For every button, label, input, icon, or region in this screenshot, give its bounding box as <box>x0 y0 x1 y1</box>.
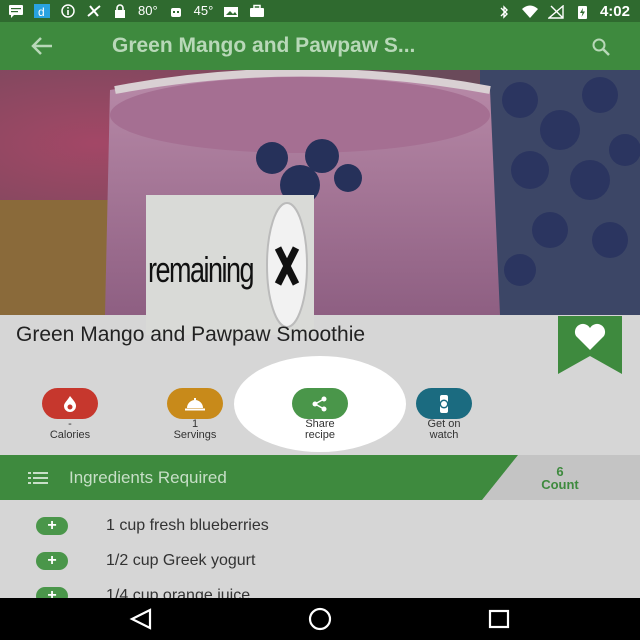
servings-button[interactable]: 1 Servings <box>150 388 240 441</box>
signal-icon <box>547 3 564 19</box>
wifi-icon <box>521 5 538 19</box>
share-label-2: recipe <box>305 429 335 441</box>
clock: 4:02 <box>599 3 630 20</box>
back-arrow-icon[interactable] <box>28 34 56 58</box>
calories-label: Calories <box>49 429 91 441</box>
ingredient-text: 1/2 cup Greek yogurt <box>106 552 256 569</box>
watch-label-2: watch <box>429 429 459 441</box>
ad-close-icon[interactable] <box>264 200 310 330</box>
app-d-icon: d <box>34 3 50 19</box>
flame-icon <box>42 388 98 419</box>
add-ingredient-button[interactable]: + <box>36 517 68 535</box>
ingredient-text: 1 cup fresh blueberries <box>106 517 269 534</box>
nav-recents-icon[interactable] <box>484 607 514 631</box>
calories-button[interactable]: - Calories <box>25 388 115 441</box>
ingredient-row: + 1 cup fresh blueberries <box>0 509 640 544</box>
app-bar: Green Mango and Pawpaw S... <box>0 22 640 70</box>
recipe-hero-image <box>0 70 640 315</box>
add-ingredient-button[interactable]: + <box>36 552 68 570</box>
battery-temp: 80° <box>138 3 158 18</box>
list-icon <box>28 471 48 485</box>
fan-icon <box>86 4 102 18</box>
favorite-heart-icon[interactable] <box>558 316 622 374</box>
ingredients-count-label: Count <box>541 477 579 492</box>
app-bar-title: Green Mango and Pawpaw S... <box>112 34 416 57</box>
share-icon <box>292 388 348 419</box>
lock-icon <box>112 3 128 18</box>
servings-label: Servings <box>173 429 217 441</box>
get-on-watch-button[interactable]: Get on watch <box>399 388 489 441</box>
system-nav-bar <box>0 598 640 640</box>
nav-home-icon[interactable] <box>305 607 335 631</box>
android-icon <box>168 4 184 18</box>
photo-icon <box>223 4 239 18</box>
search-icon[interactable] <box>590 36 612 58</box>
svg-text:d: d <box>38 5 45 18</box>
battery-icon <box>574 5 590 19</box>
ingredients-title: Ingredients Required <box>69 468 227 487</box>
bluetooth-icon <box>496 4 512 19</box>
briefcase-icon <box>249 4 265 18</box>
serving-cloche-icon <box>167 388 223 419</box>
nav-back-icon[interactable] <box>126 607 156 631</box>
status-bar: d 80° 45° 4:02 <box>0 0 640 22</box>
info-icon <box>60 3 76 18</box>
share-recipe-button[interactable]: Share recipe <box>275 388 365 441</box>
cpu-temp: 45° <box>193 3 214 18</box>
ad-text: remaining <box>148 249 255 290</box>
ingredients-header: Ingredients Required 6 Count <box>0 455 640 500</box>
message-icon <box>8 4 24 18</box>
ingredient-row: + 1/2 cup Greek yogurt <box>0 544 640 579</box>
recipe-title: Green Mango and Pawpaw Smoothie <box>16 323 366 346</box>
watch-icon <box>416 388 472 419</box>
